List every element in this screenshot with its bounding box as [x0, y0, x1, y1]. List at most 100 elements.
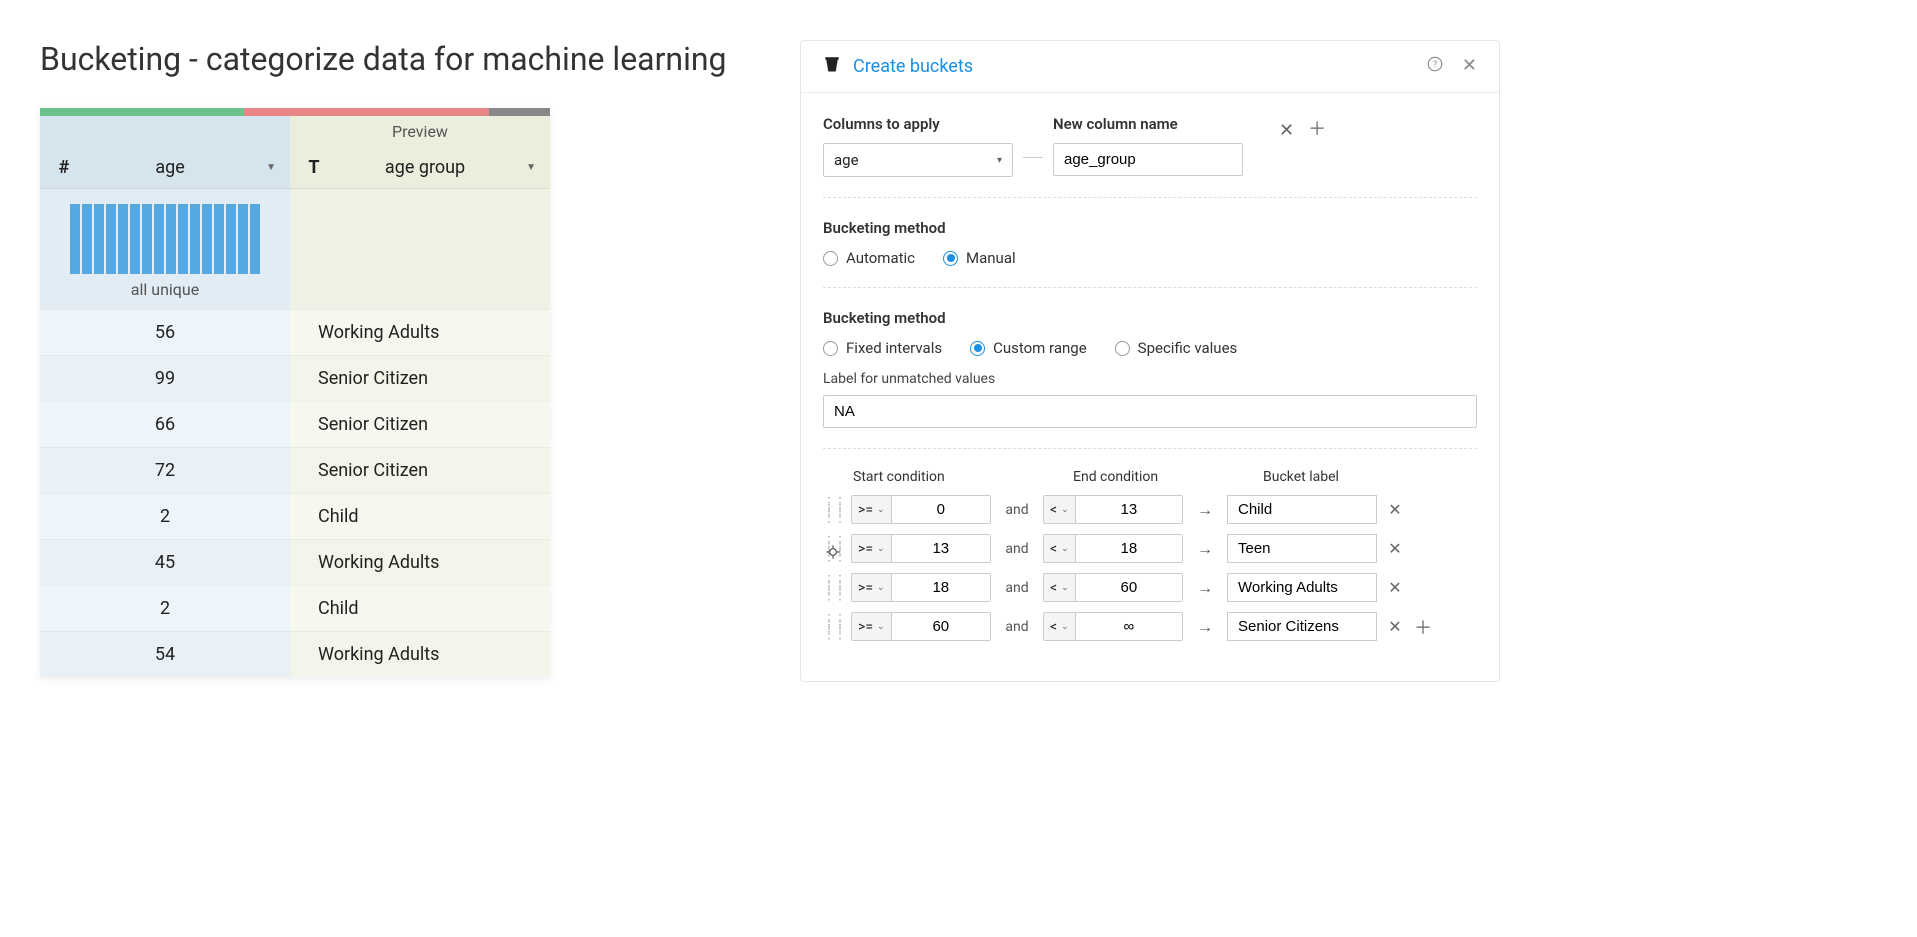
- start-operator-select[interactable]: >=⌄: [852, 613, 892, 640]
- drag-handle-icon[interactable]: [823, 577, 843, 598]
- end-operator-select[interactable]: <⌄: [1044, 613, 1076, 640]
- radio-fixed-intervals[interactable]: Fixed intervals: [823, 339, 942, 357]
- bucket-icon: [823, 55, 841, 78]
- columns-to-apply-label: Columns to apply: [823, 115, 1013, 133]
- cell-age: 72: [40, 447, 290, 493]
- cell-age-group: Working Adults: [290, 631, 550, 677]
- data-preview-table: Preview # age ▼ T age group ▼: [40, 108, 550, 677]
- histogram-bars: [70, 204, 260, 274]
- table-row: 2 Child: [40, 585, 550, 631]
- remove-bucket-icon[interactable]: ✕: [1385, 539, 1405, 558]
- cell-age: 99: [40, 355, 290, 401]
- histogram-cell-age: all unique: [40, 189, 290, 309]
- drag-handle-icon[interactable]: [823, 538, 843, 559]
- end-value-input[interactable]: [1076, 613, 1182, 640]
- status-segment-green: [40, 108, 244, 116]
- start-condition-group: >=⌄: [851, 534, 991, 563]
- unmatched-label: Label for unmatched values: [823, 371, 1477, 387]
- table-row: 72 Senior Citizen: [40, 447, 550, 493]
- chevron-down-icon[interactable]: ▼: [526, 162, 536, 173]
- radio-automatic[interactable]: Automatic: [823, 249, 915, 267]
- remove-bucket-icon[interactable]: ✕: [1385, 500, 1405, 519]
- columns-to-apply-select[interactable]: age ▾: [823, 143, 1013, 177]
- new-column-input[interactable]: [1053, 143, 1243, 176]
- end-operator-select[interactable]: <⌄: [1044, 574, 1076, 601]
- column-header-age[interactable]: # age ▼: [40, 147, 290, 189]
- bucket-label-header: Bucket label: [1263, 469, 1413, 485]
- end-value-input[interactable]: [1076, 496, 1182, 523]
- status-segment-red: [244, 108, 489, 116]
- table-row: 99 Senior Citizen: [40, 355, 550, 401]
- bucket-row: >=⌄ and <⌄ → ✕: [823, 534, 1477, 563]
- text-type-icon: T: [304, 157, 324, 178]
- unmatched-values-input[interactable]: [823, 395, 1477, 428]
- end-condition-group: <⌄: [1043, 495, 1183, 524]
- start-value-input[interactable]: [892, 574, 990, 601]
- bucketing-method-label: Bucketing method: [823, 219, 946, 237]
- start-value-input[interactable]: [892, 613, 990, 640]
- end-value-input[interactable]: [1076, 574, 1182, 601]
- table-row: 56 Working Adults: [40, 309, 550, 355]
- create-buckets-panel: Create buckets ? ✕ Columns to apply age …: [800, 40, 1500, 682]
- end-condition-group: <⌄: [1043, 534, 1183, 563]
- radio-icon: [970, 341, 985, 356]
- bucket-label-input[interactable]: [1227, 612, 1377, 641]
- table-row: 2 Child: [40, 493, 550, 539]
- remove-bucket-icon[interactable]: ✕: [1385, 617, 1405, 636]
- number-type-icon: #: [54, 157, 74, 178]
- cell-age-group: Senior Citizen: [290, 401, 550, 447]
- end-operator-select[interactable]: <⌄: [1044, 535, 1076, 562]
- cell-age-group: Senior Citizen: [290, 447, 550, 493]
- start-value-input[interactable]: [892, 496, 990, 523]
- remove-bucket-icon[interactable]: ✕: [1385, 578, 1405, 597]
- start-value-input[interactable]: [892, 535, 990, 562]
- and-text: and: [999, 541, 1035, 557]
- end-condition-group: <⌄: [1043, 573, 1183, 602]
- table-row: 66 Senior Citizen: [40, 401, 550, 447]
- bucket-row: >=⌄ and <⌄ → ✕ ＋: [823, 612, 1477, 641]
- start-operator-select[interactable]: >=⌄: [852, 574, 892, 601]
- and-text: and: [999, 580, 1035, 596]
- column-header-age-group[interactable]: T age group ▼: [290, 147, 550, 189]
- end-operator-select[interactable]: <⌄: [1044, 496, 1076, 523]
- histogram-cell-group: [290, 189, 550, 309]
- bucket-label-input[interactable]: [1227, 495, 1377, 524]
- drag-handle-icon[interactable]: [823, 616, 843, 637]
- radio-specific-values[interactable]: Specific values: [1115, 339, 1238, 357]
- end-condition-group: <⌄: [1043, 612, 1183, 641]
- add-column-icon[interactable]: ＋: [1308, 115, 1326, 141]
- cell-age: 66: [40, 401, 290, 447]
- status-segment-grey: [489, 108, 550, 116]
- cell-age-group: Working Adults: [290, 539, 550, 585]
- new-column-label: New column name: [1053, 115, 1243, 133]
- preview-label: Preview: [290, 116, 550, 147]
- arrow-icon: →: [1191, 617, 1219, 637]
- end-value-input[interactable]: [1076, 535, 1182, 562]
- cell-age: 54: [40, 631, 290, 677]
- page-title: Bucketing - categorize data for machine …: [40, 40, 760, 78]
- histogram-caption: all unique: [131, 280, 199, 299]
- bucket-label-input[interactable]: [1227, 573, 1377, 602]
- cell-age: 2: [40, 585, 290, 631]
- drag-handle-icon[interactable]: [823, 499, 843, 520]
- cell-age: 45: [40, 539, 290, 585]
- start-condition-group: >=⌄: [851, 612, 991, 641]
- add-bucket-icon[interactable]: ＋: [1413, 614, 1433, 640]
- close-icon[interactable]: ✕: [1462, 55, 1477, 78]
- bucket-label-input[interactable]: [1227, 534, 1377, 563]
- radio-manual[interactable]: Manual: [943, 249, 1016, 267]
- start-operator-select[interactable]: >=⌄: [852, 496, 892, 523]
- cell-age-group: Senior Citizen: [290, 355, 550, 401]
- radio-icon: [823, 251, 838, 266]
- table-row: 54 Working Adults: [40, 631, 550, 677]
- remove-column-icon[interactable]: ✕: [1279, 120, 1294, 141]
- radio-icon: [1115, 341, 1130, 356]
- chevron-down-icon[interactable]: ▼: [266, 162, 276, 173]
- radio-custom-range[interactable]: Custom range: [970, 339, 1087, 357]
- range-method-label: Bucketing method: [823, 309, 946, 327]
- and-text: and: [999, 502, 1035, 518]
- start-condition-group: >=⌄: [851, 573, 991, 602]
- cell-age-group: Working Adults: [290, 309, 550, 355]
- start-operator-select[interactable]: >=⌄: [852, 535, 892, 562]
- help-icon[interactable]: ?: [1426, 55, 1444, 78]
